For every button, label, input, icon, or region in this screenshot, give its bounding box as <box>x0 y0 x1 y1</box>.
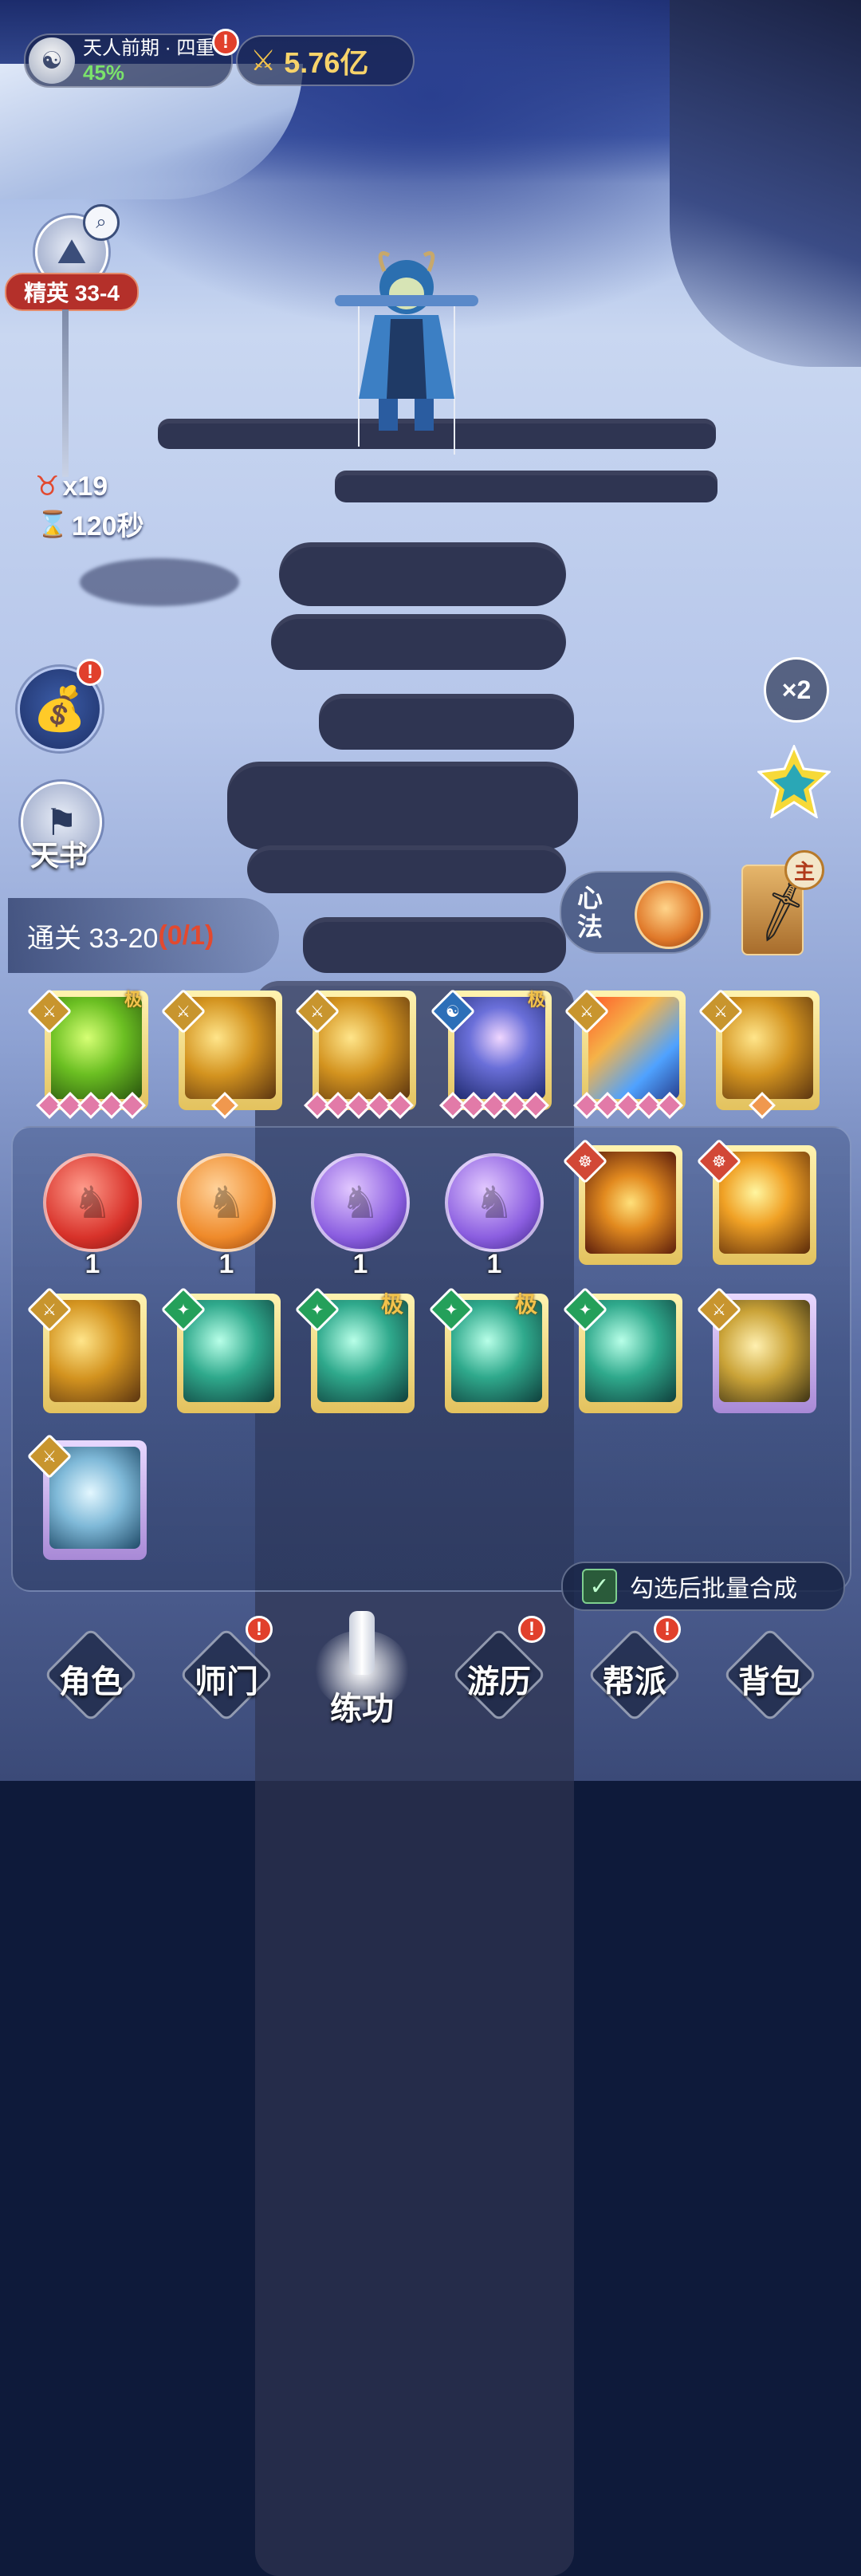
skill-orb-item[interactable]: ♞ <box>445 1153 544 1252</box>
swords-icon: ⚔ <box>250 44 277 77</box>
nav-notify-badge: ! <box>654 1616 681 1643</box>
star-gem-icon <box>522 1092 549 1119</box>
skill-grade-tag: 极 <box>381 1292 404 1317</box>
stage-progress-rail <box>62 309 69 477</box>
realm-label: 天人前期 · 四重 <box>83 37 215 59</box>
nav-notify-badge: ! <box>246 1616 273 1643</box>
skill-grade-tag: 极 <box>515 1292 538 1317</box>
nav-label: 游历 <box>467 1664 531 1700</box>
bridge-plank <box>303 917 566 973</box>
skill-star-gems <box>439 1092 549 1119</box>
skill-star-gems <box>573 1092 683 1119</box>
star-gem-icon <box>211 1092 238 1119</box>
nav-item-0[interactable]: 角色 <box>43 1627 139 1723</box>
nav-item-5[interactable]: 背包 <box>722 1627 818 1723</box>
realm-pill[interactable]: ☯ 天人前期 · 四重 45% <box>24 33 233 88</box>
tree-shadow <box>80 558 239 606</box>
orb-count: 1 <box>352 1249 368 1279</box>
batch-merge-label: 勾选后批量合成 <box>630 1576 797 1602</box>
bridge-plank <box>279 542 566 606</box>
nav-label: 角色 <box>59 1664 123 1700</box>
magnifier-icon[interactable]: ⌕ <box>83 204 120 241</box>
batch-merge-toggle[interactable]: ✓ 勾选后批量合成 <box>561 1562 845 1611</box>
skill-star-gems <box>36 1092 146 1119</box>
enemy-count: x19 <box>62 471 108 502</box>
nav-label: 师门 <box>195 1664 258 1700</box>
demon-head-icon: ♉ <box>35 471 60 502</box>
elite-stage-label: 精英 33-4 <box>5 273 139 311</box>
xinfa-orb-icon <box>635 880 703 949</box>
orb-count: 1 <box>218 1249 234 1279</box>
skill-orb-item[interactable]: ♞ <box>43 1153 142 1252</box>
realm-progress: 45% <box>83 61 125 85</box>
bridge-plank <box>227 762 578 849</box>
gift-notify-badge: ! <box>77 659 104 686</box>
quest-progress: (0/1) <box>158 920 214 951</box>
nav-notify-badge: ! <box>518 1616 545 1643</box>
money-bag-icon: 💰 <box>33 684 87 733</box>
training-post-icon <box>349 1611 375 1675</box>
nav-item-2[interactable]: 练功 <box>314 1611 410 1727</box>
nav-label: 背包 <box>738 1664 802 1700</box>
combat-power-value: 5.76亿 <box>284 46 369 79</box>
xinfa-label: 心法 <box>577 884 603 941</box>
star-gem-icon <box>656 1092 683 1119</box>
skill-star-gems <box>304 1092 414 1119</box>
nav-item-1[interactable]: 师门! <box>179 1616 274 1723</box>
orb-count: 1 <box>85 1249 100 1279</box>
rock-cliff-right <box>670 0 861 367</box>
power-pill[interactable]: ⚔ 5.76亿 <box>236 35 415 86</box>
quest-label: 通关 33-20 <box>27 923 159 954</box>
star-gem-icon <box>387 1092 414 1119</box>
skill-star-gems <box>749 1092 776 1119</box>
star-gem-icon <box>119 1092 146 1119</box>
skill-grade-tag: 极 <box>528 990 546 1010</box>
timer-row: ⌛ 120秒 <box>37 504 144 543</box>
main-tag-badge: 主 <box>784 850 824 890</box>
skill-grade-tag: 极 <box>124 990 143 1010</box>
bridge-plank <box>271 614 566 670</box>
skill-orb-item[interactable]: ♞ <box>311 1153 410 1252</box>
checkbox-checked-icon[interactable]: ✓ <box>582 1569 617 1604</box>
enemy-count-row: ♉ x19 <box>35 471 108 502</box>
star-formation-icon[interactable] <box>757 745 831 818</box>
xinfa-button[interactable]: 心法 <box>560 871 711 954</box>
realm-notify-badge: ! <box>212 29 239 56</box>
hourglass-icon: ⌛ <box>37 509 69 538</box>
mountain-icon: ⛰ <box>57 232 87 271</box>
bridge-plank <box>247 845 566 893</box>
nav-label: 练功 <box>330 1692 394 1727</box>
skill-orb-item[interactable]: ♞ <box>177 1153 276 1252</box>
stage-timer: 120秒 <box>71 511 144 542</box>
player-avatar: ☯ <box>29 37 75 84</box>
orb-count: 1 <box>486 1249 502 1279</box>
tianshu-label: 天书 <box>29 839 88 872</box>
nav-item-3[interactable]: 游历! <box>451 1616 547 1723</box>
skill-star-gems <box>211 1092 238 1119</box>
bridge-plank <box>319 694 574 750</box>
nav-label: 帮派 <box>603 1664 666 1700</box>
speed-x2-button[interactable]: ×2 <box>764 657 829 723</box>
quest-bar[interactable]: 通关 33-20 (0/1) <box>8 898 279 973</box>
enemy-puppet-character <box>335 251 478 455</box>
star-gem-icon <box>749 1092 776 1119</box>
nav-item-4[interactable]: 帮派! <box>587 1616 682 1723</box>
